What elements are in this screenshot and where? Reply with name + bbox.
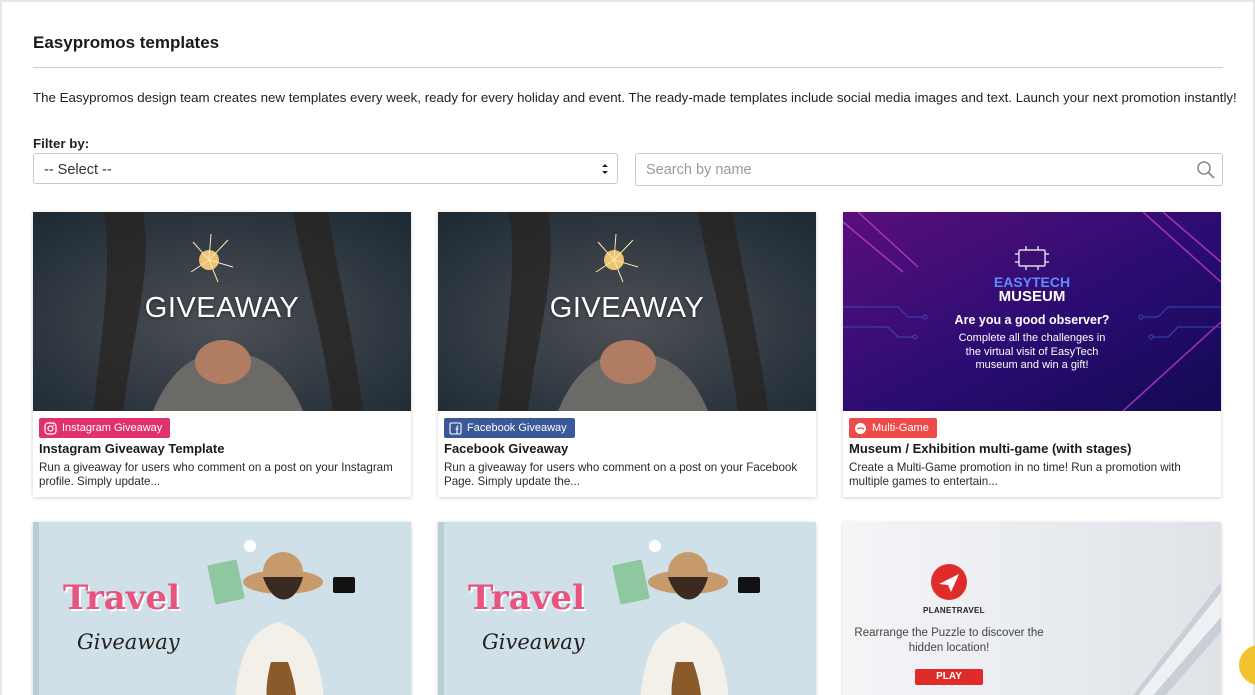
facebook-icon	[449, 421, 462, 435]
select-value: -- Select --	[44, 162, 112, 178]
thumbnail-brand: PLANETRAVEL	[923, 606, 985, 615]
template-thumbnail[interactable]: GIVEAWAY	[438, 212, 816, 411]
thumbnail-title-2: MUSEUM	[998, 288, 1066, 305]
template-title[interactable]: Instagram Giveaway Template	[39, 441, 224, 456]
category-badge: Facebook Giveaway	[444, 418, 575, 438]
category-select[interactable]: -- Select --	[33, 153, 618, 184]
thumbnail-word-2: Giveaway	[77, 630, 180, 654]
template-title[interactable]: Museum / Exhibition multi-game (with sta…	[849, 441, 1131, 456]
template-description: Run a giveaway for users who comment on …	[39, 461, 393, 488]
play-button[interactable]: PLAY	[915, 669, 983, 685]
badge-label: Facebook Giveaway	[467, 422, 567, 434]
category-badge: Multi-Game	[849, 418, 937, 438]
template-card[interactable]: GIVEAWAY Instagram Giveaway Instagram Gi…	[33, 212, 411, 497]
search-input[interactable]: Search by name	[635, 153, 1223, 186]
template-card[interactable]: EASYTECH MUSEUM Are you a good observer?…	[843, 212, 1221, 497]
template-description: Create a Multi-Game promotion in no time…	[849, 461, 1181, 488]
page-description: The Easypromos design team creates new t…	[33, 90, 1237, 105]
thumbnail-subtext-body: Complete all the challenges in the virtu…	[958, 332, 1106, 371]
badge-label: Instagram Giveaway	[62, 422, 163, 434]
category-badge: Instagram Giveaway	[39, 418, 171, 438]
search-placeholder: Search by name	[646, 162, 752, 178]
page-title: Easypromos templates	[33, 33, 220, 52]
gamepad-icon	[855, 422, 866, 434]
thumbnail-question: Are you a good observer?	[954, 313, 1110, 327]
filter-label: Filter by:	[33, 136, 90, 151]
thumbnail-word-2: Giveaway	[482, 630, 585, 654]
thumbnail-word-1: Travel	[468, 578, 586, 618]
thumbnail-headline: GIVEAWAY	[549, 292, 705, 324]
title-divider	[33, 67, 1223, 68]
template-thumbnail[interactable]: Travel Giveaway	[438, 522, 816, 695]
template-thumbnail[interactable]: PLANETRAVEL Rearrange the Puzzle to disc…	[843, 522, 1221, 695]
template-thumbnail[interactable]: Travel Giveaway	[33, 522, 411, 695]
search-icon[interactable]	[1196, 160, 1216, 180]
template-thumbnail[interactable]: EASYTECH MUSEUM Are you a good observer?…	[843, 212, 1221, 411]
instagram-icon	[44, 421, 57, 435]
templates-panel: Easypromos templates The Easypromos desi…	[0, 0, 1255, 695]
thumbnail-subtext: Complete all the challenges in the virtu…	[843, 332, 1221, 373]
template-card[interactable]: PLANETRAVEL Rearrange the Puzzle to disc…	[843, 522, 1221, 695]
template-card[interactable]: GIVEAWAY Facebook Giveaway Facebook Give…	[438, 212, 816, 497]
thumbnail-text: Rearrange the Puzzle to discover the hid…	[854, 627, 1044, 654]
template-description: Run a giveaway for users who comment on …	[444, 461, 798, 488]
badge-label: Multi-Game	[872, 422, 929, 434]
thumbnail-word-1: Travel	[63, 578, 181, 618]
template-card[interactable]: Travel Giveaway	[438, 522, 816, 695]
select-caret-icon	[602, 164, 608, 174]
thumbnail-headline: GIVEAWAY	[144, 292, 300, 324]
template-card[interactable]: Travel Giveaway	[33, 522, 411, 695]
template-thumbnail[interactable]: GIVEAWAY	[33, 212, 411, 411]
template-title[interactable]: Facebook Giveaway	[444, 441, 568, 456]
